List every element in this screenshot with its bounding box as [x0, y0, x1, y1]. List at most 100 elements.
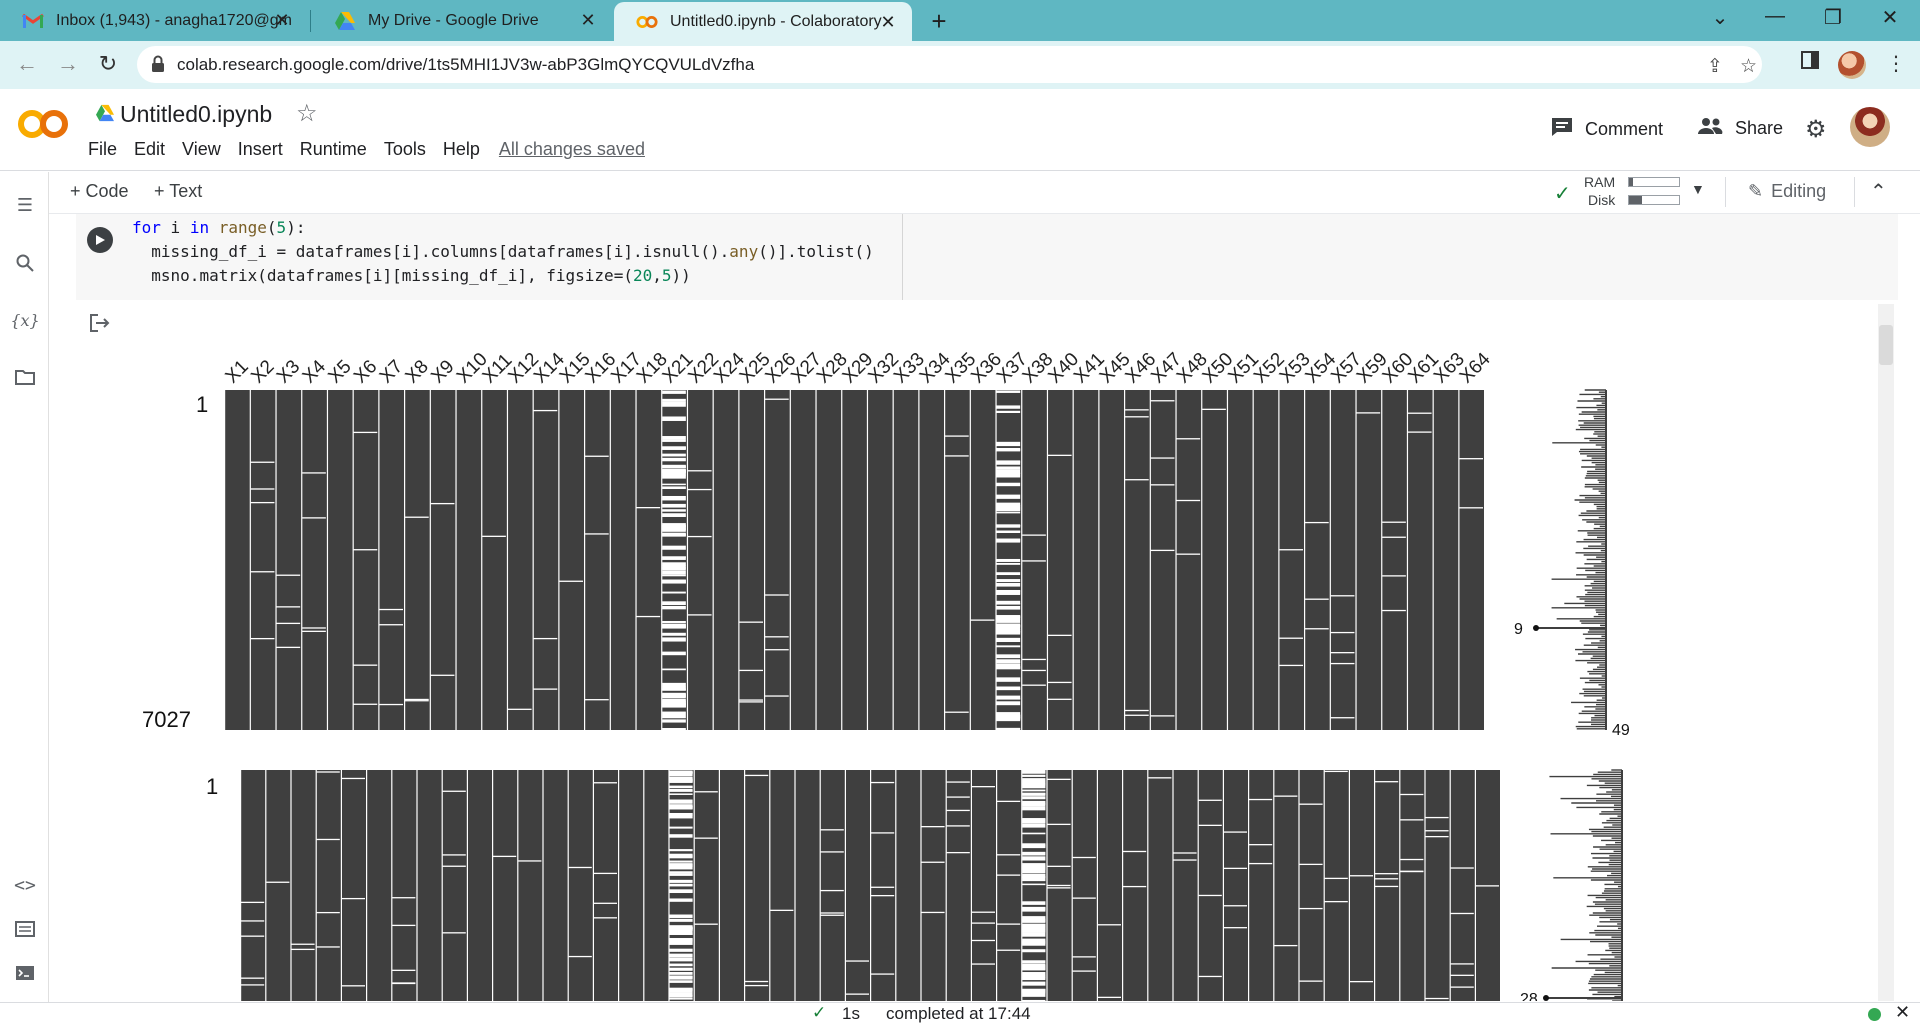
missing-value-mark	[662, 446, 686, 450]
save-status[interactable]: All changes saved	[499, 139, 645, 160]
terminal-icon[interactable]	[12, 960, 38, 986]
sparkline-min-label: 28	[1520, 991, 1538, 1001]
output-scrollbar-thumb[interactable]	[1879, 325, 1893, 365]
missing-value-mark	[662, 495, 686, 501]
missing-value-mark	[1022, 684, 1046, 686]
missing-value-mark	[1022, 940, 1046, 944]
close-tab-icon[interactable]: ✕	[272, 10, 292, 31]
missing-value-mark	[1299, 907, 1323, 910]
missing-value-mark	[1223, 905, 1247, 907]
notebook-toolbar: + Code + Text ✓ RAM Disk ▼ ✎ Editing ⌃	[0, 171, 1920, 214]
missing-value-mark	[1022, 932, 1046, 937]
missing-value-mark	[533, 688, 558, 690]
code-editor[interactable]: for i in range(5): missing_df_i = datafr…	[132, 216, 874, 288]
plus-icon: +	[70, 181, 86, 201]
tab-search-chevron-icon[interactable]: ⌄	[1700, 5, 1740, 30]
tab-title: My Drive - Google Drive	[368, 11, 539, 29]
menu-help[interactable]: Help	[443, 139, 480, 160]
user-avatar[interactable]	[1850, 107, 1890, 147]
restore-icon[interactable]: ❐	[1813, 5, 1853, 30]
tab-drive[interactable]: My Drive - Google Drive ✕	[312, 0, 612, 41]
editing-mode-button[interactable]: ✎ Editing	[1748, 181, 1826, 202]
missing-value-mark	[669, 898, 693, 902]
close-tab-icon[interactable]: ✕	[878, 12, 898, 33]
column-separator	[240, 770, 242, 1001]
missing-value-mark	[1022, 780, 1046, 783]
column-separator	[492, 770, 494, 1001]
close-status-icon[interactable]: ✕	[1895, 1002, 1910, 1023]
close-window-icon[interactable]: ✕	[1870, 5, 1910, 30]
missing-value-mark	[291, 943, 315, 945]
add-code-button[interactable]: + Code	[70, 181, 129, 202]
drive-icon[interactable]	[95, 104, 115, 127]
column-separator	[1273, 770, 1275, 1001]
table-of-contents-icon[interactable]: ☰	[12, 192, 38, 218]
comment-button[interactable]: Comment	[1551, 117, 1663, 142]
missing-value-mark	[1349, 980, 1373, 983]
resource-monitor[interactable]: ✓ RAM Disk ▼	[1554, 173, 1714, 213]
tab-colab[interactable]: Untitled0.ipynb - Colaboratory ✕	[614, 2, 912, 41]
missing-value-mark	[1022, 964, 1046, 969]
run-cell-button[interactable]	[87, 227, 113, 253]
missing-value-mark	[996, 600, 1021, 605]
settings-gear-icon[interactable]: ⚙	[1805, 115, 1827, 144]
sparkline-min-label: 9	[1514, 621, 1523, 638]
missing-value-mark	[662, 605, 686, 610]
address-bar[interactable]: colab.research.google.com/drive/1ts5MHI1…	[137, 46, 1762, 83]
collapse-header-icon[interactable]: ⌃	[1870, 179, 1887, 204]
files-folder-icon[interactable]	[12, 364, 38, 390]
missing-value-mark	[946, 809, 970, 812]
resource-dropdown-icon[interactable]: ▼	[1691, 181, 1705, 197]
add-text-button[interactable]: + Text	[154, 181, 202, 202]
output-scrollbar[interactable]	[1878, 304, 1894, 1001]
status-bar: ✓ 1s completed at 17:44 ✕	[0, 1002, 1920, 1025]
missing-value-mark	[687, 470, 712, 472]
minimize-icon[interactable]: —	[1755, 5, 1795, 28]
reload-icon[interactable]: ↻	[94, 51, 122, 77]
menu-view[interactable]: View	[182, 139, 221, 160]
star-icon[interactable]: ☆	[296, 99, 318, 128]
missing-value-mark	[739, 699, 763, 701]
column-separator	[481, 390, 483, 730]
browser-profile-avatar[interactable]	[1838, 51, 1866, 79]
missing-value-mark	[1150, 457, 1175, 459]
share-button[interactable]: Share	[1697, 117, 1783, 140]
column-separator	[455, 390, 457, 730]
missing-value-mark	[1450, 974, 1474, 976]
command-palette-icon[interactable]	[12, 916, 38, 942]
missing-value-mark	[662, 668, 686, 671]
browser-menu-icon[interactable]: ⋮	[1886, 51, 1906, 76]
output-actions-icon[interactable]	[90, 314, 110, 337]
menu-tools[interactable]: Tools	[384, 139, 426, 160]
menu-file[interactable]: File	[88, 139, 117, 160]
missing-value-mark	[507, 708, 532, 710]
missing-value-mark	[662, 591, 686, 594]
share-page-icon[interactable]: ⇪	[1707, 55, 1723, 78]
forward-icon[interactable]: →	[54, 51, 82, 77]
bookmark-star-icon[interactable]: ☆	[1740, 55, 1757, 78]
missing-value-mark	[1299, 803, 1323, 805]
back-icon[interactable]: ←	[13, 51, 41, 77]
notebook-title[interactable]: Untitled0.ipynb	[120, 101, 272, 128]
missing-value-mark	[353, 664, 378, 666]
search-icon[interactable]	[12, 250, 38, 276]
missing-value-mark	[996, 525, 1021, 527]
menu-edit[interactable]: Edit	[134, 139, 165, 160]
code-snippets-icon[interactable]: <>	[12, 872, 38, 898]
menu-insert[interactable]: Insert	[238, 139, 283, 160]
missing-value-mark	[1305, 521, 1329, 524]
side-panel-icon[interactable]	[1801, 51, 1819, 75]
new-tab-icon[interactable]: +	[924, 6, 954, 37]
tab-gmail[interactable]: Inbox (1,943) - anagha1720@gm ✕	[0, 0, 306, 41]
close-tab-icon[interactable]: ✕	[578, 10, 598, 31]
variables-icon[interactable]: {x}	[10, 307, 39, 333]
menu-runtime[interactable]: Runtime	[300, 139, 367, 160]
missing-value-mark	[316, 911, 340, 914]
add-text-label: Text	[169, 181, 203, 201]
disk-label: Disk	[1588, 192, 1616, 208]
missing-value-mark	[405, 516, 429, 518]
column-separator	[378, 390, 380, 730]
missing-value-mark	[662, 390, 686, 394]
colab-logo[interactable]	[17, 109, 69, 144]
missingno-output-figure: X1X2X3X4X5X6X7X8X9X10X11X12X14X15X16X17X…	[142, 348, 1630, 1001]
